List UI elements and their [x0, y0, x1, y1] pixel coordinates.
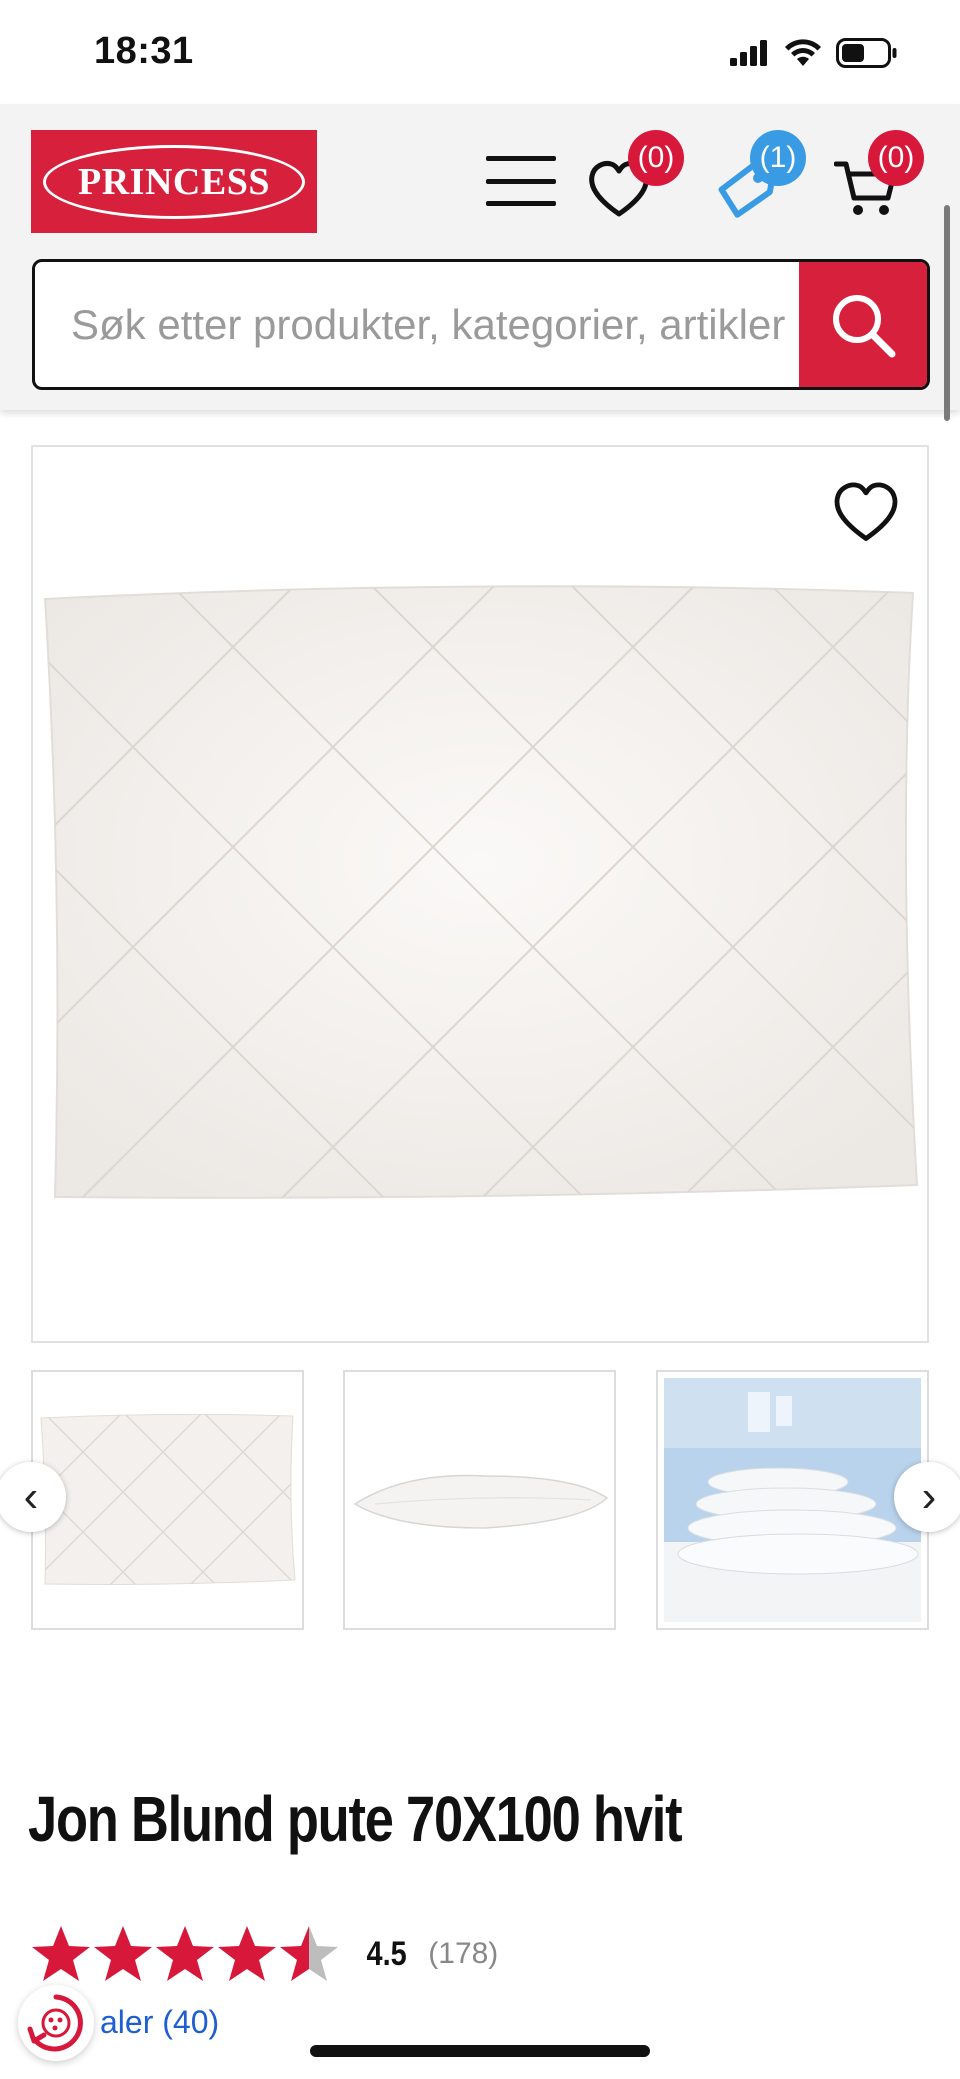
thumbnail-3[interactable]	[656, 1370, 929, 1630]
status-bar: 18:31	[0, 0, 960, 104]
menu-icon-bar	[486, 201, 556, 206]
princess-logo[interactable]: PRINCESS	[31, 130, 317, 233]
rating-count: (178)	[428, 1937, 499, 1970]
menu-icon-bar	[486, 178, 556, 184]
thumbnail-1[interactable]	[31, 1370, 304, 1630]
logo-text: PRINCESS	[78, 160, 270, 203]
reviews-link[interactable]: aler (40)	[100, 2004, 219, 2041]
star-icon	[94, 1926, 152, 1981]
rating-stars	[31, 1924, 339, 1984]
home-indicator[interactable]	[310, 2045, 650, 2057]
scrollbar[interactable]	[944, 205, 950, 421]
status-time: 18:31	[94, 30, 194, 72]
star-icon	[280, 1926, 338, 1981]
pillow-side-thumbnail-image	[353, 1474, 609, 1529]
product-title: Jon Blund pute 70X100 hvit	[28, 1783, 683, 1855]
star-icon	[218, 1926, 276, 1981]
menu-button[interactable]	[486, 156, 556, 206]
chat-button[interactable]	[18, 1985, 94, 2061]
bedroom-pillows-thumbnail-image	[664, 1378, 921, 1622]
star-icon	[156, 1926, 214, 1981]
star-icon	[32, 1926, 90, 1981]
battery-icon	[836, 38, 897, 68]
loyalty-count-badge: (1)	[750, 130, 806, 186]
logo-oval: PRINCESS	[43, 144, 305, 219]
heart-icon	[834, 482, 898, 541]
favorite-button[interactable]	[831, 477, 901, 547]
search-button[interactable]	[799, 262, 927, 387]
chevron-left-icon: ‹	[23, 1472, 39, 1521]
signal-icon	[730, 40, 767, 66]
pillow-image	[43, 585, 919, 1199]
rating-value: 4.5	[366, 1934, 407, 1973]
search-input[interactable]	[35, 262, 799, 387]
wishlist-button[interactable]: (0)	[586, 130, 684, 224]
search-icon	[833, 294, 896, 357]
wishlist-count-badge: (0)	[628, 130, 684, 186]
thumbnail-2[interactable]	[343, 1370, 616, 1630]
wifi-icon	[785, 39, 821, 66]
gallery-next-button[interactable]: ›	[894, 1462, 960, 1532]
product-rating[interactable]: 4.5 (178)	[31, 1924, 498, 1984]
cart-button[interactable]: (0)	[834, 130, 924, 224]
status-icons	[730, 38, 898, 68]
pillow-thumbnail-image	[40, 1413, 296, 1585]
site-header: PRINCESS (0) (1) (0)	[0, 104, 960, 410]
chevron-right-icon: ›	[921, 1472, 937, 1521]
chat-icon	[27, 1994, 83, 2052]
product-main-image[interactable]	[31, 445, 929, 1343]
search-bar	[32, 259, 930, 390]
loyalty-button[interactable]: (1)	[712, 130, 806, 224]
menu-icon-bar	[486, 156, 556, 161]
cart-count-badge: (0)	[868, 130, 924, 186]
